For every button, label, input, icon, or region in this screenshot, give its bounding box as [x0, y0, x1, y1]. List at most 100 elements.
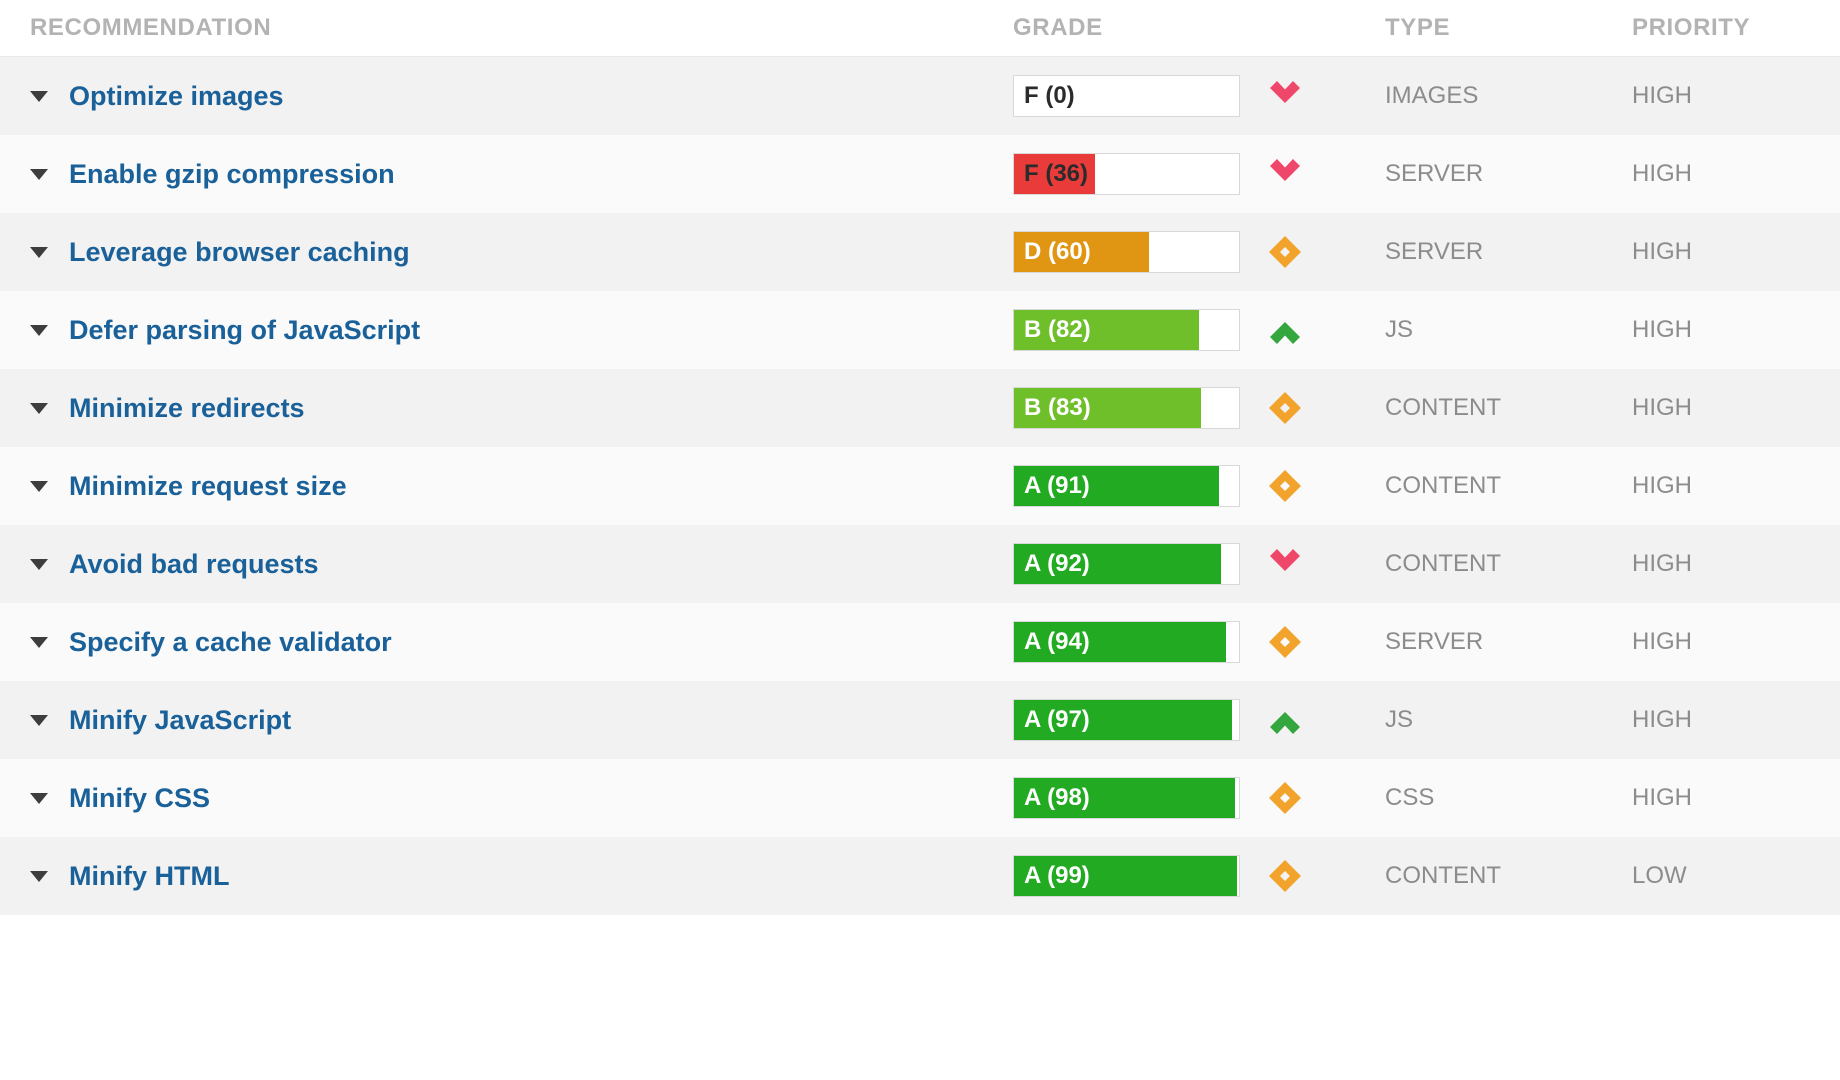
grade-cell: A (97): [1013, 699, 1385, 741]
grade-label: F (36): [1024, 160, 1088, 188]
type-value: SERVER: [1385, 628, 1632, 656]
recommendation-cell: Specify a cache validator: [0, 627, 1013, 658]
recommendation-cell: Enable gzip compression: [0, 159, 1013, 190]
type-value: IMAGES: [1385, 82, 1632, 110]
priority-value: HIGH: [1632, 550, 1840, 578]
type-value: CONTENT: [1385, 394, 1632, 422]
table-row[interactable]: Minify HTMLA (99)CONTENTLOW: [0, 837, 1840, 915]
expand-triangle-icon[interactable]: [30, 247, 48, 258]
recommendation-link[interactable]: Minimize redirects: [69, 393, 305, 424]
type-value: CONTENT: [1385, 550, 1632, 578]
recommendation-link[interactable]: Optimize images: [69, 81, 284, 112]
recommendation-cell: Minimize redirects: [0, 393, 1013, 424]
recommendation-cell: Minify JavaScript: [0, 705, 1013, 736]
trend-down-icon: [1265, 154, 1305, 194]
grade-bar: B (82): [1013, 309, 1240, 351]
expand-triangle-icon[interactable]: [30, 559, 48, 570]
trend-flat-icon: [1265, 856, 1305, 896]
grade-cell: A (91): [1013, 465, 1385, 507]
table-row[interactable]: Minify JavaScript A (97) JSHIGH: [0, 681, 1840, 759]
recommendation-cell: Minify HTML: [0, 861, 1013, 892]
trend-down-icon: [1265, 76, 1305, 116]
grade-label: D (60): [1024, 238, 1091, 266]
recommendation-link[interactable]: Avoid bad requests: [69, 549, 319, 580]
type-value: CONTENT: [1385, 862, 1632, 890]
expand-triangle-icon[interactable]: [30, 403, 48, 414]
expand-triangle-icon[interactable]: [30, 481, 48, 492]
expand-triangle-icon[interactable]: [30, 793, 48, 804]
table-row[interactable]: Minimize redirectsB (83)CONTENTHIGH: [0, 369, 1840, 447]
table-row[interactable]: Avoid bad requests A (92) CONTENTHIGH: [0, 525, 1840, 603]
grade-bar: A (97): [1013, 699, 1240, 741]
recommendation-cell: Minimize request size: [0, 471, 1013, 502]
recommendation-cell: Minify CSS: [0, 783, 1013, 814]
grade-label: A (98): [1024, 784, 1090, 812]
grade-label: B (82): [1024, 316, 1091, 344]
expand-triangle-icon[interactable]: [30, 715, 48, 726]
column-header-recommendation[interactable]: RECOMMENDATION: [0, 14, 1013, 42]
table-row[interactable]: Defer parsing of JavaScriptB (82)JSHIGH: [0, 291, 1840, 369]
grade-bar: F (0): [1013, 75, 1240, 117]
trend-flat-icon: [1265, 622, 1305, 662]
table-row[interactable]: Leverage browser caching D (60) SERVERHIGH: [0, 213, 1840, 291]
recommendation-link[interactable]: Enable gzip compression: [69, 159, 395, 190]
recommendation-link[interactable]: Minify CSS: [69, 783, 210, 814]
column-header-type[interactable]: TYPE: [1385, 14, 1632, 42]
grade-label: B (83): [1024, 394, 1091, 422]
grade-cell: A (99): [1013, 855, 1385, 897]
grade-cell: A (92): [1013, 543, 1385, 585]
grade-cell: F (36): [1013, 153, 1385, 195]
priority-value: HIGH: [1632, 472, 1840, 500]
grade-label: A (91): [1024, 472, 1090, 500]
trend-flat-icon: [1265, 778, 1305, 818]
table-header-row: RECOMMENDATION GRADE TYPE PRIORITY: [0, 0, 1840, 57]
table-row[interactable]: Optimize images F (0) IMAGESHIGH: [0, 57, 1840, 135]
priority-value: HIGH: [1632, 160, 1840, 188]
priority-value: HIGH: [1632, 82, 1840, 110]
type-value: JS: [1385, 706, 1632, 734]
table-row[interactable]: Minimize request size A (91) CONTENTHIGH: [0, 447, 1840, 525]
recommendation-link[interactable]: Minify HTML: [69, 861, 229, 892]
recommendation-cell: Leverage browser caching: [0, 237, 1013, 268]
expand-triangle-icon[interactable]: [30, 637, 48, 648]
grade-bar: A (99): [1013, 855, 1240, 897]
trend-flat-icon: [1265, 388, 1305, 428]
priority-value: HIGH: [1632, 238, 1840, 266]
grade-label: A (92): [1024, 550, 1090, 578]
table-row[interactable]: Minify CSSA (98)CSSHIGH: [0, 759, 1840, 837]
type-value: SERVER: [1385, 238, 1632, 266]
expand-triangle-icon[interactable]: [30, 169, 48, 180]
priority-value: HIGH: [1632, 706, 1840, 734]
recommendation-cell: Optimize images: [0, 81, 1013, 112]
grade-bar: A (98): [1013, 777, 1240, 819]
type-value: CONTENT: [1385, 472, 1632, 500]
grade-bar: B (83): [1013, 387, 1240, 429]
trend-up-icon: [1265, 700, 1305, 740]
grade-label: A (97): [1024, 706, 1090, 734]
table-body: Optimize imagesF (0)IMAGESHIGHEnable gzi…: [0, 57, 1840, 915]
table-row[interactable]: Enable gzip compressionF (36)SERVERHIGH: [0, 135, 1840, 213]
table-row[interactable]: Specify a cache validator A (94) SERVERHIG…: [0, 603, 1840, 681]
grade-bar: F (36): [1013, 153, 1240, 195]
recommendation-link[interactable]: Leverage browser caching: [69, 237, 410, 268]
recommendation-cell: Avoid bad requests: [0, 549, 1013, 580]
grade-cell: D (60): [1013, 231, 1385, 273]
expand-triangle-icon[interactable]: [30, 91, 48, 102]
grade-bar: A (91): [1013, 465, 1240, 507]
recommendation-link[interactable]: Specify a cache validator: [69, 627, 392, 658]
column-header-grade[interactable]: GRADE: [1013, 14, 1385, 42]
expand-triangle-icon[interactable]: [30, 871, 48, 882]
grade-label: A (94): [1024, 628, 1090, 656]
expand-triangle-icon[interactable]: [30, 325, 48, 336]
recommendation-link[interactable]: Minimize request size: [69, 471, 347, 502]
priority-value: HIGH: [1632, 628, 1840, 656]
recommendation-link[interactable]: Minify JavaScript: [69, 705, 291, 736]
grade-cell: B (82): [1013, 309, 1385, 351]
grade-cell: A (94): [1013, 621, 1385, 663]
trend-flat-icon: [1265, 232, 1305, 272]
column-header-priority[interactable]: PRIORITY: [1632, 14, 1840, 42]
trend-down-icon: [1265, 544, 1305, 584]
grade-cell: A (98): [1013, 777, 1385, 819]
recommendation-link[interactable]: Defer parsing of JavaScript: [69, 315, 420, 346]
grade-cell: F (0): [1013, 75, 1385, 117]
